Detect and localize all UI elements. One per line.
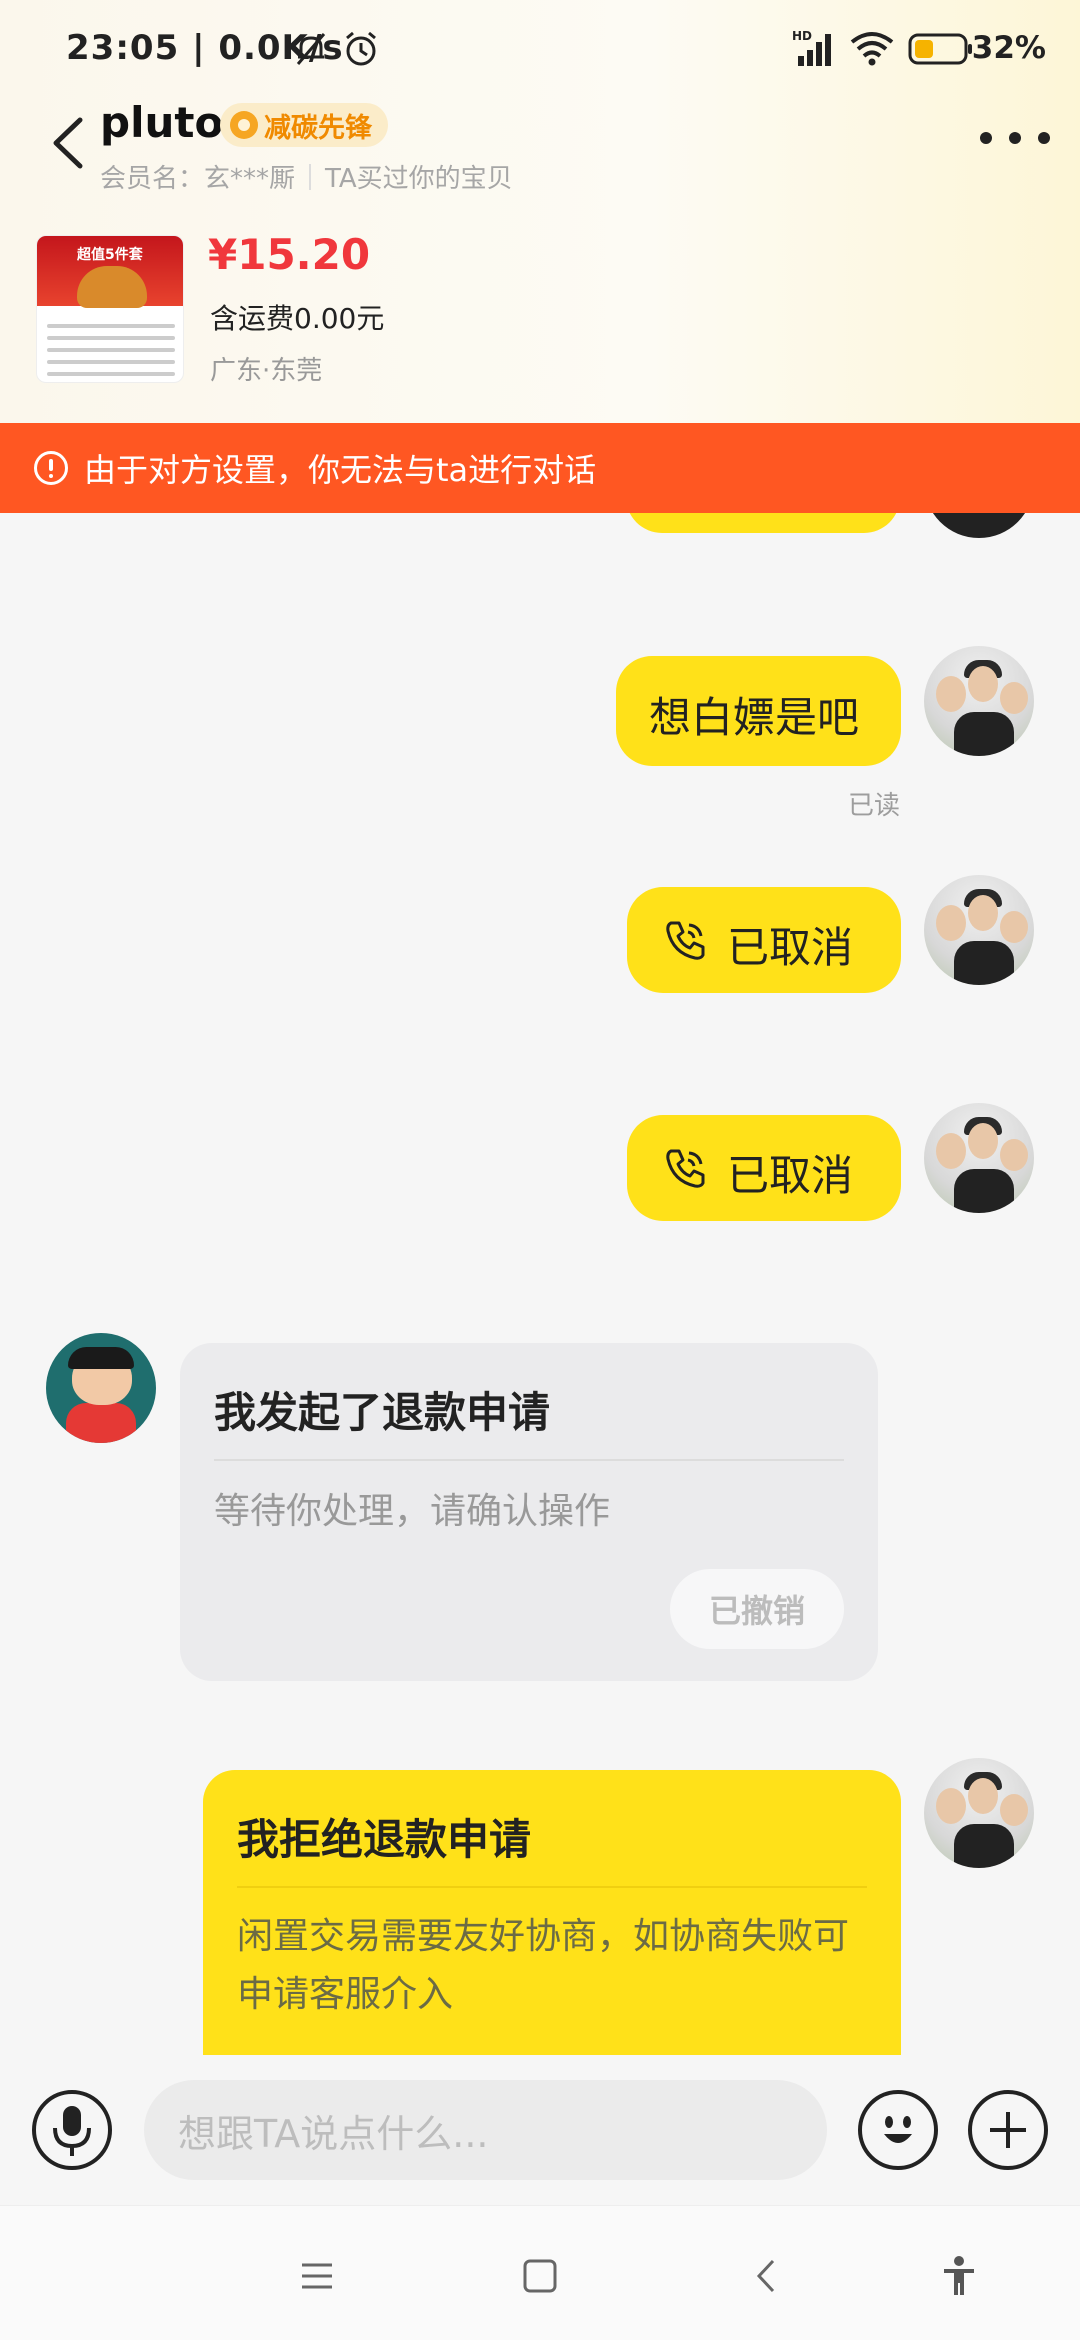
wifi-icon (850, 32, 894, 66)
emoji-button[interactable] (858, 2090, 938, 2170)
member-name: 会员名：玄***厮 (100, 164, 296, 194)
message-bubble[interactable]: 想白嫖是吧 (616, 656, 901, 766)
buyer-relation: TA买过你的宝贝 (325, 164, 513, 194)
phone-icon (666, 1149, 705, 1188)
mute-bell-icon (296, 33, 326, 65)
my-avatar[interactable] (924, 1103, 1034, 1213)
accessibility-icon[interactable] (934, 2251, 984, 2301)
my-avatar[interactable] (924, 875, 1034, 985)
my-avatar[interactable] (924, 646, 1034, 756)
menu-icon[interactable] (292, 2251, 342, 2301)
product-shipping: 含运费0.00元 (210, 302, 385, 335)
product-image-title: 超值5件套 (77, 247, 143, 263)
signal-icon: HD (792, 29, 831, 66)
refund-request-desc: 等待你处理，请确认操作 (214, 1491, 611, 1532)
member-info: 会员名：玄***厮 TA买过你的宝贝 (100, 158, 513, 195)
microphone-icon (53, 2106, 91, 2156)
message-input[interactable]: 想跟TA说点什么... (144, 2080, 827, 2180)
product-location: 广东·东莞 (210, 356, 323, 386)
other-user-avatar[interactable] (46, 1333, 156, 1443)
nav-back-icon[interactable] (743, 2251, 793, 2301)
status-bar: 23:05 | 0.0K/s HD 32% (0, 0, 1080, 100)
dot-icon (1009, 132, 1021, 144)
input-bar: 想跟TA说点什么... (0, 2055, 1080, 2205)
badge-label: 减碳先锋 (264, 112, 372, 144)
add-button[interactable] (968, 2090, 1048, 2170)
plus-icon (990, 2112, 1026, 2148)
battery-percent: 32% (971, 30, 1046, 66)
dot-icon (1038, 132, 1050, 144)
product-thumbnail[interactable]: 超值5件套 (36, 235, 184, 383)
my-avatar[interactable] (924, 1758, 1034, 1868)
call-bubble[interactable]: 已取消 (627, 887, 901, 993)
svg-text:HD: HD (792, 29, 812, 43)
call-status-text: 已取消 (727, 923, 854, 972)
card-divider (214, 1459, 844, 1461)
message-text: 想白嫖是吧 (649, 693, 860, 742)
chat-area[interactable]: 想白嫖是吧 已读 已取消 已取消 我发起了退款申请 等待你处理，请确认操作 已撤… (0, 513, 1080, 2055)
message-bubble[interactable] (626, 513, 900, 533)
home-icon[interactable] (515, 2251, 565, 2301)
banner-text: 由于对方设置，你无法与ta进行对话 (84, 451, 597, 489)
system-nav-bar (0, 2205, 1080, 2340)
product-price: ¥15.20 (208, 230, 371, 279)
my-avatar[interactable] (924, 513, 1034, 538)
battery-icon (908, 33, 972, 65)
refund-request-card[interactable]: 我发起了退款申请 等待你处理，请确认操作 已撤销 (180, 1343, 878, 1681)
read-status: 已读 (848, 791, 901, 821)
restriction-banner: 由于对方设置，你无法与ta进行对话 (0, 423, 1080, 513)
dot-icon (980, 132, 992, 144)
call-status-text: 已取消 (727, 1151, 854, 1200)
revoked-status-button[interactable]: 已撤销 (670, 1569, 844, 1649)
voice-button[interactable] (32, 2090, 112, 2170)
back-button[interactable] (40, 108, 100, 178)
refund-request-title: 我发起了退款申请 (214, 1388, 551, 1437)
card-divider (237, 1886, 867, 1888)
refund-reject-card[interactable]: 我拒绝退款申请 闲置交易需要友好协商，如协商失败可申请客服介入 (203, 1770, 901, 2055)
call-bubble[interactable]: 已取消 (627, 1115, 901, 1221)
carbon-badge: 减碳先锋 (220, 103, 388, 147)
chat-title: pluto (100, 98, 224, 147)
burger-image (77, 266, 147, 308)
divider (309, 163, 312, 190)
phone-icon (666, 921, 705, 960)
warning-icon (34, 451, 68, 485)
more-options-button[interactable] (980, 118, 1050, 158)
refund-reject-desc: 闲置交易需要友好协商，如协商失败可申请客服介入 (237, 1916, 850, 2015)
refund-reject-title: 我拒绝退款申请 (237, 1815, 532, 1864)
alarm-icon (346, 31, 376, 66)
product-image-menu (47, 324, 175, 382)
emoji-icon (884, 2116, 912, 2143)
top-area: 23:05 | 0.0K/s HD 32% pluto 减碳先锋 会员名：玄**… (0, 0, 1080, 425)
leaf-icon (230, 111, 258, 139)
